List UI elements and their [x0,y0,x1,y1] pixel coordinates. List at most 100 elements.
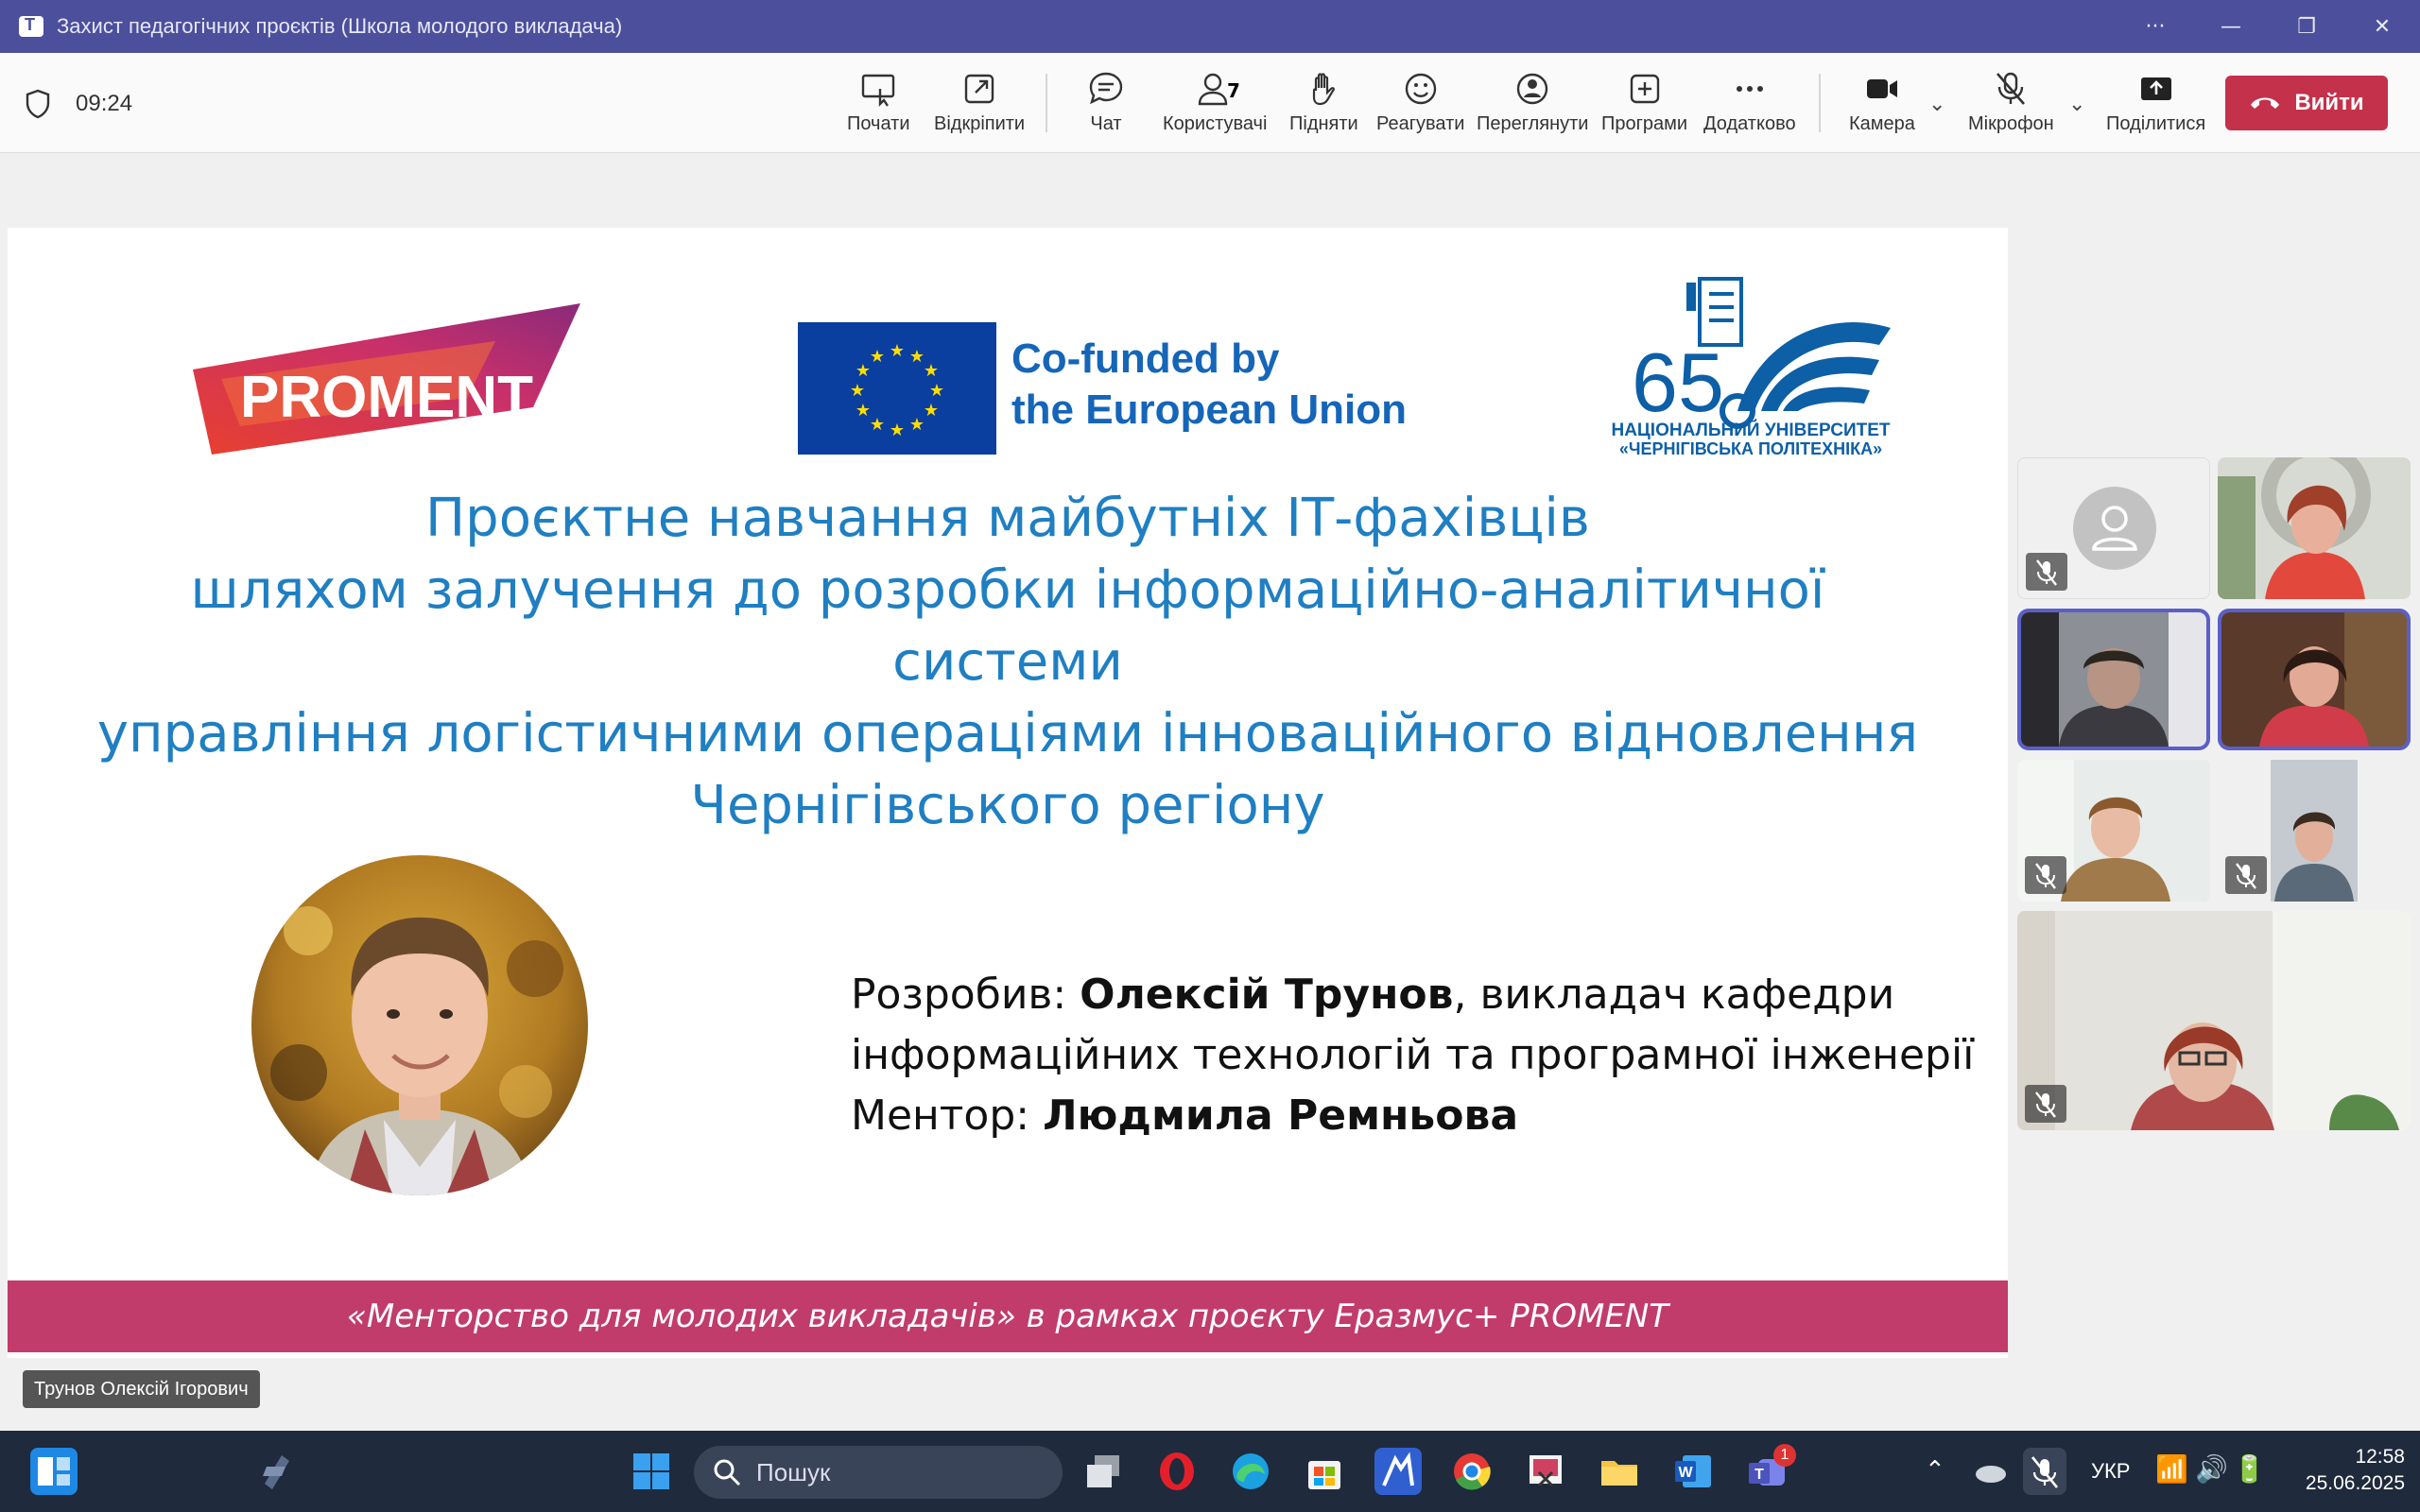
chrome-browser-icon[interactable] [1448,1448,1495,1495]
close-button[interactable]: ✕ [2344,15,2420,39]
start-windows-icon[interactable] [628,1448,675,1495]
toolbar-divider [1046,74,1047,132]
svg-text:★: ★ [870,347,885,367]
camera-label: Камера [1849,113,1915,134]
clock-time: 12:58 [2355,1446,2405,1468]
slide-footer-banner: «Менторство для молодих викладачів» в ра… [8,1280,2008,1352]
apps-label: Програми [1601,113,1688,134]
people-label: Користувачі [1163,113,1268,134]
screen-pointer-icon [862,74,895,107]
title-line: системи [892,631,1123,693]
participant-tile[interactable] [2017,911,2411,1130]
minimize-button[interactable]: — [2193,15,2269,39]
mic-options-chevron-icon[interactable]: ⌄ [2068,93,2085,116]
hangup-phone-icon [2251,97,2280,109]
clock-date: 25.06.2025 [2305,1472,2405,1494]
camera-button[interactable]: Камера [1849,70,1915,146]
slide-credits: Розробив: Олексій Трунов, викладач кафед… [851,965,1974,1146]
apps-plus-icon [1630,74,1659,104]
snipping-tool-icon[interactable] [1522,1448,1569,1495]
view-label: Переглянути [1477,113,1589,134]
presentation-slide: PROMENT ★ ★ ★ ★ ★ ★ ★ ★ ★ ★ ★ ★ Co-funded by the… [8,228,2008,1358]
participant-video [2221,612,2407,747]
popout-button[interactable]: Відкріпити [934,70,1025,146]
mic-off-icon [2236,863,2256,889]
onedrive-icon[interactable] [1972,1448,2010,1495]
opera-browser-icon[interactable] [1153,1448,1201,1495]
active-speaker-label: Трунов Олексій Ігорович [23,1370,260,1408]
muted-indicator [2025,856,2066,894]
windows-taskbar: Пошук W T 1 ⌃ УКР 📶 🔊 🔋 12:58 25.06.2025 [0,1431,2420,1512]
volume-icon[interactable]: 🔊 [2195,1453,2228,1485]
more-options-icon[interactable]: ··· [2118,15,2193,39]
people-button[interactable]: Користувачі [1163,70,1267,146]
svg-text:★: ★ [856,401,871,421]
word-icon[interactable]: W [1669,1448,1717,1495]
raise-hand-button[interactable]: Підняти [1289,70,1358,146]
presenter-photo [251,855,588,1195]
app-taskbar-icon[interactable] [1374,1448,1422,1495]
participant-tile[interactable] [2218,760,2411,902]
university-logo: 65 НАЦІОНАЛЬНИЙ УНІВЕРСИТЕТ «ЧЕРНІГІВСЬК… [1611,277,1891,458]
svg-text:★: ★ [850,381,865,401]
more-label: Додатково [1703,113,1796,134]
window-controls: ··· — ❐ ✕ [2118,0,2420,53]
participant-tile[interactable] [2218,457,2411,599]
mic-button[interactable]: Мікрофон [1968,70,2054,146]
app-taskbar-icon[interactable] [253,1448,301,1495]
task-view-icon[interactable] [1080,1448,1127,1495]
muted-indicator [2225,856,2267,894]
window-title-bar: Захист педагогічних проєктів (Школа моло… [0,0,2420,53]
search-placeholder: Пошук [756,1457,831,1486]
participant-video [2021,612,2206,747]
chat-button[interactable]: Чат [1087,70,1125,146]
edge-browser-icon[interactable] [1227,1448,1274,1495]
restore-button[interactable]: ❐ [2269,15,2344,39]
title-line: шляхом залучення до розробки інформаційн… [190,559,1825,621]
slide-title: Проєктне навчання майбутніх ІТ-фахівців … [8,483,2008,842]
meeting-toolbar: 09:24 Почати Відкріпити Чат Користувачі … [0,53,2420,153]
participant-tile[interactable] [2017,609,2210,750]
svg-text:★: ★ [890,341,905,361]
chat-icon [1089,72,1123,105]
input-language-indicator[interactable]: УКР [2091,1459,2130,1484]
popout-label: Відкріпити [934,113,1026,134]
mentor-line: Ментор: Людмила Ремньова [851,1086,1974,1146]
widgets-icon[interactable] [30,1448,78,1495]
leave-button[interactable]: Вийти [2225,76,2388,130]
svg-text:★: ★ [909,415,925,435]
svg-text:T: T [1754,1467,1764,1483]
tray-mic-muted-icon[interactable] [2023,1448,2066,1495]
participant-count: 7 [1227,79,1240,102]
show-hidden-icons-chevron-icon[interactable]: ⌃ [1925,1455,1945,1485]
title-line: Проєктне навчання майбутніх ІТ-фахівців [425,488,1590,549]
view-button[interactable]: Переглянути [1477,70,1588,146]
muted-indicator [2026,553,2067,591]
apps-button[interactable]: Програми [1601,70,1687,146]
taskbar-clock[interactable]: 12:58 25.06.2025 [2291,1444,2405,1497]
more-actions-button[interactable]: Додатково [1703,70,1796,146]
taskbar-search[interactable]: Пошук [694,1446,1063,1499]
eu-line-2: the European Union [1011,387,1407,433]
share-button[interactable]: Поділитися [2106,70,2205,146]
uni-name-line-2: «ЧЕРНІГІВСЬКА ПОЛІТЕХНІКА» [1619,439,1882,458]
react-label: Реагувати [1376,113,1465,134]
share-label: Поділитися [2106,113,2206,134]
participant-tile[interactable] [2017,457,2210,599]
mic-off-icon [2036,559,2057,586]
title-line: Чернігівського регіону [690,775,1325,836]
camera-options-chevron-icon[interactable]: ⌄ [1928,93,1945,116]
react-button[interactable]: Реагувати [1376,70,1464,146]
microsoft-store-icon[interactable] [1301,1448,1348,1495]
eu-stars-icon: ★ ★★ ★★★ ★★★ ★★★ [850,341,944,440]
svg-text:W: W [1678,1465,1693,1481]
wifi-icon[interactable]: 📶 [2155,1453,2188,1485]
mic-off-icon [2035,863,2056,889]
mic-off-icon [1996,72,2026,105]
participant-tile[interactable] [2017,760,2210,902]
file-explorer-icon[interactable] [1596,1448,1643,1495]
raise-label: Підняти [1289,113,1358,134]
battery-icon[interactable]: 🔋 [2233,1453,2266,1485]
start-button[interactable]: Почати [847,70,910,146]
participant-tile[interactable] [2218,609,2411,750]
